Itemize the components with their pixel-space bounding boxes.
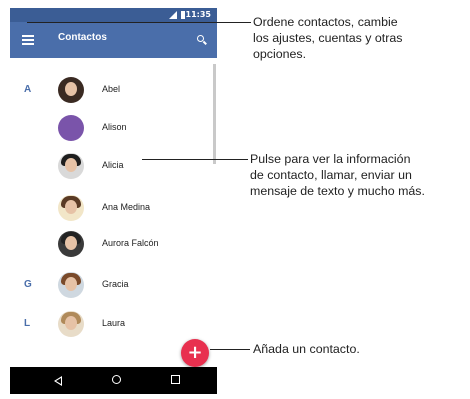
- menu-icon[interactable]: [22, 35, 34, 45]
- avatar: [58, 77, 84, 103]
- back-icon[interactable]: [54, 376, 62, 386]
- contact-row-alicia[interactable]: Alicia: [10, 148, 210, 186]
- avatar: [58, 272, 84, 298]
- scrollbar[interactable]: [213, 64, 216, 164]
- avatar: [58, 153, 84, 179]
- status-time: 11:35: [185, 10, 211, 19]
- status-bar: 11:35: [10, 8, 217, 22]
- callout-menu-text: Ordene contactos, cambie los ajustes, cu…: [253, 15, 403, 61]
- battery-icon: [181, 11, 185, 19]
- recents-icon[interactable]: [171, 375, 180, 384]
- contact-row-alison[interactable]: Alison: [10, 110, 210, 148]
- avatar: [58, 115, 84, 141]
- avatar: [58, 231, 84, 257]
- contact-name: Alison: [102, 122, 127, 132]
- callout-add-text: Añada un contacto.: [253, 342, 360, 356]
- phone-screen: 11:35 Contactos A Abel Alison Alicia Ana…: [10, 8, 217, 394]
- callout-contact-text: Pulse para ver la información de contact…: [250, 152, 425, 198]
- add-contact-button[interactable]: +: [181, 339, 209, 367]
- section-letter: L: [24, 318, 31, 329]
- contact-list: A Abel Alison Alicia Ana Medina Aurora F…: [10, 58, 217, 363]
- contact-name: Abel: [102, 84, 121, 94]
- section-letter: A: [24, 84, 32, 95]
- callout-line-menu: [27, 22, 251, 23]
- contact-name: Ana Medina: [102, 202, 151, 212]
- navigation-bar: [10, 367, 217, 394]
- signal-icon: [169, 11, 177, 19]
- contact-name: Alicia: [102, 160, 124, 170]
- avatar: [58, 195, 84, 221]
- contact-name: Laura: [102, 318, 126, 328]
- search-icon[interactable]: [197, 35, 207, 45]
- contact-name: Gracia: [102, 279, 129, 289]
- contact-row-laura[interactable]: L Laura: [10, 306, 210, 344]
- callout-line-add: [210, 349, 250, 350]
- contact-row-ana-medina[interactable]: Ana Medina: [10, 190, 210, 228]
- section-letter: G: [24, 279, 32, 290]
- app-title: Contactos: [58, 32, 107, 43]
- home-icon[interactable]: [112, 375, 121, 384]
- contact-name: Aurora Falcón: [102, 238, 159, 248]
- contact-row-abel[interactable]: A Abel: [10, 72, 210, 110]
- callout-line-contact: [142, 159, 248, 160]
- app-bar: Contactos: [10, 22, 217, 58]
- contact-row-aurora-falcon[interactable]: Aurora Falcón: [10, 226, 210, 264]
- contact-row-gracia[interactable]: G Gracia: [10, 267, 210, 305]
- avatar: [58, 311, 84, 337]
